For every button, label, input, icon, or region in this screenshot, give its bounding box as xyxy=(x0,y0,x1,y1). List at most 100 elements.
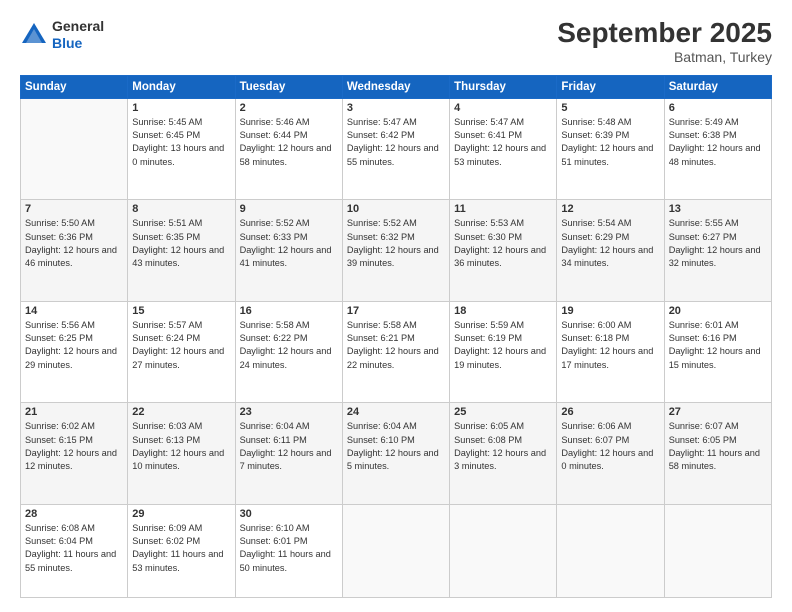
day-info: Sunrise: 5:59 AMSunset: 6:19 PMDaylight:… xyxy=(454,319,552,372)
calendar-page: General Blue September 2025 Batman, Turk… xyxy=(0,0,792,612)
day-number: 23 xyxy=(240,406,338,418)
day-info: Sunrise: 6:02 AMSunset: 6:15 PMDaylight:… xyxy=(25,420,123,473)
calendar-cell: 25 Sunrise: 6:05 AMSunset: 6:08 PMDaylig… xyxy=(450,403,557,505)
day-info: Sunrise: 5:51 AMSunset: 6:35 PMDaylight:… xyxy=(132,217,230,270)
day-info: Sunrise: 5:46 AMSunset: 6:44 PMDaylight:… xyxy=(240,116,338,169)
calendar-cell: 18 Sunrise: 5:59 AMSunset: 6:19 PMDaylig… xyxy=(450,301,557,403)
day-number: 2 xyxy=(240,102,338,114)
title-block: September 2025 Batman, Turkey xyxy=(557,18,772,65)
day-number: 20 xyxy=(669,305,767,317)
calendar-cell: 30 Sunrise: 6:10 AMSunset: 6:01 PMDaylig… xyxy=(235,504,342,597)
location: Batman, Turkey xyxy=(557,49,772,65)
day-number: 10 xyxy=(347,203,445,215)
logo-general: General xyxy=(52,18,104,35)
calendar-cell: 27 Sunrise: 6:07 AMSunset: 6:05 PMDaylig… xyxy=(664,403,771,505)
calendar-cell: 4 Sunrise: 5:47 AMSunset: 6:41 PMDayligh… xyxy=(450,98,557,200)
day-info: Sunrise: 6:09 AMSunset: 6:02 PMDaylight:… xyxy=(132,522,230,575)
month-title: September 2025 xyxy=(557,18,772,49)
day-info: Sunrise: 5:55 AMSunset: 6:27 PMDaylight:… xyxy=(669,217,767,270)
day-number: 4 xyxy=(454,102,552,114)
calendar-table: Sunday Monday Tuesday Wednesday Thursday… xyxy=(20,75,772,598)
calendar-cell xyxy=(450,504,557,597)
day-info: Sunrise: 6:04 AMSunset: 6:11 PMDaylight:… xyxy=(240,420,338,473)
calendar-cell: 3 Sunrise: 5:47 AMSunset: 6:42 PMDayligh… xyxy=(342,98,449,200)
day-number: 17 xyxy=(347,305,445,317)
calendar-cell xyxy=(664,504,771,597)
day-number: 8 xyxy=(132,203,230,215)
day-info: Sunrise: 6:06 AMSunset: 6:07 PMDaylight:… xyxy=(561,420,659,473)
day-info: Sunrise: 5:56 AMSunset: 6:25 PMDaylight:… xyxy=(25,319,123,372)
day-info: Sunrise: 5:54 AMSunset: 6:29 PMDaylight:… xyxy=(561,217,659,270)
day-info: Sunrise: 6:00 AMSunset: 6:18 PMDaylight:… xyxy=(561,319,659,372)
calendar-cell: 2 Sunrise: 5:46 AMSunset: 6:44 PMDayligh… xyxy=(235,98,342,200)
day-number: 19 xyxy=(561,305,659,317)
day-info: Sunrise: 5:49 AMSunset: 6:38 PMDaylight:… xyxy=(669,116,767,169)
day-number: 16 xyxy=(240,305,338,317)
day-number: 14 xyxy=(25,305,123,317)
calendar-cell: 5 Sunrise: 5:48 AMSunset: 6:39 PMDayligh… xyxy=(557,98,664,200)
calendar-cell: 28 Sunrise: 6:08 AMSunset: 6:04 PMDaylig… xyxy=(21,504,128,597)
logo-text: General Blue xyxy=(52,18,104,52)
day-number: 1 xyxy=(132,102,230,114)
calendar-cell: 19 Sunrise: 6:00 AMSunset: 6:18 PMDaylig… xyxy=(557,301,664,403)
day-number: 21 xyxy=(25,406,123,418)
day-number: 3 xyxy=(347,102,445,114)
day-number: 29 xyxy=(132,508,230,520)
day-info: Sunrise: 5:47 AMSunset: 6:41 PMDaylight:… xyxy=(454,116,552,169)
calendar-row-3: 21 Sunrise: 6:02 AMSunset: 6:15 PMDaylig… xyxy=(21,403,772,505)
calendar-cell: 21 Sunrise: 6:02 AMSunset: 6:15 PMDaylig… xyxy=(21,403,128,505)
calendar-cell xyxy=(557,504,664,597)
day-number: 25 xyxy=(454,406,552,418)
day-info: Sunrise: 5:58 AMSunset: 6:21 PMDaylight:… xyxy=(347,319,445,372)
header: General Blue September 2025 Batman, Turk… xyxy=(20,18,772,65)
day-number: 26 xyxy=(561,406,659,418)
day-info: Sunrise: 6:08 AMSunset: 6:04 PMDaylight:… xyxy=(25,522,123,575)
calendar-row-0: 1 Sunrise: 5:45 AMSunset: 6:45 PMDayligh… xyxy=(21,98,772,200)
col-sunday: Sunday xyxy=(21,75,128,98)
calendar-cell: 10 Sunrise: 5:52 AMSunset: 6:32 PMDaylig… xyxy=(342,200,449,302)
calendar-cell: 13 Sunrise: 5:55 AMSunset: 6:27 PMDaylig… xyxy=(664,200,771,302)
calendar-cell: 24 Sunrise: 6:04 AMSunset: 6:10 PMDaylig… xyxy=(342,403,449,505)
calendar-row-2: 14 Sunrise: 5:56 AMSunset: 6:25 PMDaylig… xyxy=(21,301,772,403)
day-number: 22 xyxy=(132,406,230,418)
day-number: 27 xyxy=(669,406,767,418)
calendar-cell: 16 Sunrise: 5:58 AMSunset: 6:22 PMDaylig… xyxy=(235,301,342,403)
logo-icon xyxy=(20,21,48,49)
day-number: 13 xyxy=(669,203,767,215)
calendar-cell: 14 Sunrise: 5:56 AMSunset: 6:25 PMDaylig… xyxy=(21,301,128,403)
col-tuesday: Tuesday xyxy=(235,75,342,98)
day-info: Sunrise: 5:58 AMSunset: 6:22 PMDaylight:… xyxy=(240,319,338,372)
calendar-cell: 9 Sunrise: 5:52 AMSunset: 6:33 PMDayligh… xyxy=(235,200,342,302)
calendar-cell: 17 Sunrise: 5:58 AMSunset: 6:21 PMDaylig… xyxy=(342,301,449,403)
calendar-cell: 29 Sunrise: 6:09 AMSunset: 6:02 PMDaylig… xyxy=(128,504,235,597)
col-wednesday: Wednesday xyxy=(342,75,449,98)
day-info: Sunrise: 5:53 AMSunset: 6:30 PMDaylight:… xyxy=(454,217,552,270)
calendar-cell: 12 Sunrise: 5:54 AMSunset: 6:29 PMDaylig… xyxy=(557,200,664,302)
day-info: Sunrise: 5:52 AMSunset: 6:32 PMDaylight:… xyxy=(347,217,445,270)
calendar-cell: 22 Sunrise: 6:03 AMSunset: 6:13 PMDaylig… xyxy=(128,403,235,505)
col-friday: Friday xyxy=(557,75,664,98)
calendar-cell: 11 Sunrise: 5:53 AMSunset: 6:30 PMDaylig… xyxy=(450,200,557,302)
calendar-cell xyxy=(342,504,449,597)
calendar-cell: 26 Sunrise: 6:06 AMSunset: 6:07 PMDaylig… xyxy=(557,403,664,505)
calendar-cell: 15 Sunrise: 5:57 AMSunset: 6:24 PMDaylig… xyxy=(128,301,235,403)
day-number: 12 xyxy=(561,203,659,215)
day-info: Sunrise: 6:01 AMSunset: 6:16 PMDaylight:… xyxy=(669,319,767,372)
calendar-cell: 8 Sunrise: 5:51 AMSunset: 6:35 PMDayligh… xyxy=(128,200,235,302)
calendar-row-4: 28 Sunrise: 6:08 AMSunset: 6:04 PMDaylig… xyxy=(21,504,772,597)
day-info: Sunrise: 6:03 AMSunset: 6:13 PMDaylight:… xyxy=(132,420,230,473)
day-info: Sunrise: 5:47 AMSunset: 6:42 PMDaylight:… xyxy=(347,116,445,169)
day-info: Sunrise: 5:57 AMSunset: 6:24 PMDaylight:… xyxy=(132,319,230,372)
day-number: 30 xyxy=(240,508,338,520)
day-info: Sunrise: 5:50 AMSunset: 6:36 PMDaylight:… xyxy=(25,217,123,270)
day-info: Sunrise: 5:52 AMSunset: 6:33 PMDaylight:… xyxy=(240,217,338,270)
calendar-cell: 23 Sunrise: 6:04 AMSunset: 6:11 PMDaylig… xyxy=(235,403,342,505)
day-number: 7 xyxy=(25,203,123,215)
day-info: Sunrise: 5:48 AMSunset: 6:39 PMDaylight:… xyxy=(561,116,659,169)
day-info: Sunrise: 6:04 AMSunset: 6:10 PMDaylight:… xyxy=(347,420,445,473)
calendar-cell: 20 Sunrise: 6:01 AMSunset: 6:16 PMDaylig… xyxy=(664,301,771,403)
day-number: 28 xyxy=(25,508,123,520)
calendar-cell: 1 Sunrise: 5:45 AMSunset: 6:45 PMDayligh… xyxy=(128,98,235,200)
day-number: 18 xyxy=(454,305,552,317)
calendar-cell: 7 Sunrise: 5:50 AMSunset: 6:36 PMDayligh… xyxy=(21,200,128,302)
